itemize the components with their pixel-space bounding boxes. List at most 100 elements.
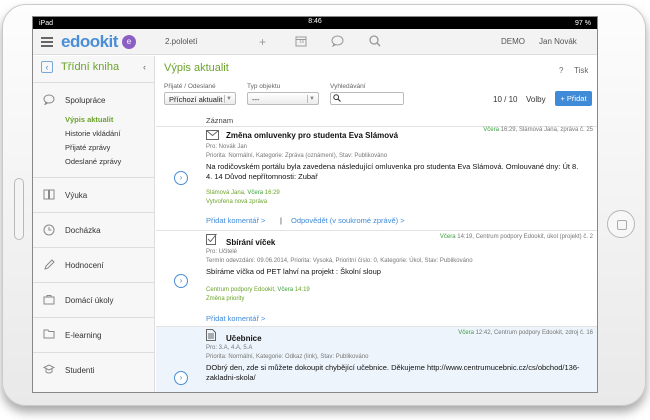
calendar-day: 15 <box>299 39 305 44</box>
print-button[interactable]: Tisk <box>574 66 588 75</box>
sidebar-subitem-historie[interactable]: Historie vkládání <box>33 127 154 141</box>
home-button[interactable] <box>607 210 635 238</box>
sidebar-item-dochazka[interactable]: Docházka <box>33 217 154 243</box>
collapse-sidebar-icon[interactable]: ‹ <box>143 62 146 72</box>
record-details: Termín odevzdání: 09.06.2014, Priorita: … <box>206 258 473 264</box>
plus-icon[interactable]: + <box>259 35 266 49</box>
device-side-button <box>14 178 24 240</box>
record-title[interactable]: Změna omluvenky pro studenta Eva Slámová <box>226 131 398 140</box>
options-button[interactable]: Volby <box>526 95 546 104</box>
sidebar-item-label: Hodnocení <box>65 260 104 270</box>
record-author: Slámová Jana, Včera 16:29 <box>206 190 280 196</box>
clock-icon <box>43 224 55 236</box>
record-meta-date: Včera <box>439 234 456 240</box>
record-meta-rest: 14:19, Centrum podpory Edookit, úkol (pr… <box>457 234 593 240</box>
record-author-name: Slámová Jana, <box>206 190 246 196</box>
record-meta-rest: 16:29, Slámová Jana, zpráva č. 25 <box>500 127 593 133</box>
sidebar-header: ‹ Třídní kniha ‹ <box>33 56 154 78</box>
search-label: Vyhledávání <box>330 83 366 90</box>
add-comment-link[interactable]: Přidat komentář > <box>206 216 265 225</box>
record-meta-date: Včera <box>483 127 499 133</box>
sidebar-item-studenti[interactable]: Studenti <box>33 357 154 383</box>
received-sent-label: Přijaté / Odeslané <box>164 83 216 90</box>
envelope-icon <box>206 129 219 143</box>
user-name[interactable]: Jan Novák <box>539 37 577 46</box>
help-button[interactable]: ? <box>559 66 563 75</box>
record-meta: Včera 16:29, Slámová Jana, zpráva č. 25 <box>483 127 593 133</box>
record-details: Priorita: Normální, Kategorie: Zpráva (o… <box>206 153 388 159</box>
list-item: Učebnice Včera 12:42, Centrum podpory Ed… <box>156 327 597 392</box>
sidebar-item-label: Výuka <box>65 190 88 200</box>
demo-label[interactable]: DEMO <box>501 37 525 46</box>
record-recipients: Pro: Učitelé <box>206 249 238 255</box>
sidebar-subitem-prijate-zpravy[interactable]: Přijaté zprávy <box>33 141 154 155</box>
record-body: DObrý den, zde si můžete dokoupit chyběj… <box>206 363 580 382</box>
record-title[interactable]: Učebnice <box>226 334 262 343</box>
semester-selector[interactable]: 2.pololetí <box>165 37 197 46</box>
record-recipients: Pro: Novák Jan <box>206 144 248 150</box>
app-logo[interactable]: edookit <box>61 32 118 52</box>
record-author-time: 14:19 <box>294 287 310 293</box>
add-comment-link[interactable]: Přidat komentář > <box>206 314 265 323</box>
object-type-value: --- <box>252 95 260 104</box>
search-icon[interactable] <box>369 35 381 50</box>
sidebar-item-spoluprace[interactable]: Spolupráce <box>33 87 154 113</box>
clock: 8:46 <box>308 18 322 25</box>
record-title[interactable]: Sbírání víček <box>226 238 275 247</box>
chevron-down-icon: ▼ <box>224 95 233 103</box>
record-details: Priorita: Normální, Kategorie: Odkaz (li… <box>206 354 369 360</box>
record-meta-date: Včera <box>458 330 474 336</box>
records-list: Změna omluvenky pro studenta Eva Slámová… <box>156 126 597 392</box>
open-record-button[interactable]: › <box>174 274 188 288</box>
record-meta: Včera 14:19, Centrum podpory Edookit, úk… <box>440 234 593 240</box>
folder-icon <box>43 329 55 341</box>
record-meta-rest: 12:42, Centrum podpory Edookit, zdroj č.… <box>475 330 593 336</box>
record-author-name: Centrum podpory Edookit, <box>206 287 276 293</box>
record-author-time: 16:29 <box>264 190 280 196</box>
open-record-button[interactable]: › <box>174 171 188 185</box>
received-sent-select[interactable]: Příchozí aktualit ▼ <box>164 92 236 105</box>
record-author-date: Včera <box>247 190 264 196</box>
sidebar-item-domaci-ukoly[interactable]: Domácí úkoly <box>33 287 154 313</box>
sidebar-subitem-odeslane-zpravy[interactable]: Odeslané zprávy <box>33 155 154 169</box>
sidebar-item-hodnoceni[interactable]: Hodnocení <box>33 252 154 278</box>
record-recipients: Pro: 3.A, 4.A, 5.A <box>206 345 253 351</box>
speech-bubble-icon[interactable] <box>331 35 344 50</box>
sidebar-subitem-vypis-aktualit[interactable]: Výpis aktualit <box>33 113 154 127</box>
search-icon <box>333 94 341 104</box>
record-status: Vytvořena nová zpráva <box>206 199 268 205</box>
sidebar-item-label: Studenti <box>65 365 95 375</box>
list-item: Změna omluvenky pro studenta Eva Slámová… <box>156 127 597 231</box>
record-author: Centrum podpory Edookit, Včera 14:19 <box>206 287 310 293</box>
record-meta: Včera 12:42, Centrum podpory Edookit, zd… <box>458 330 593 336</box>
sidebar-title: Třídní kniha <box>61 61 120 73</box>
document-icon <box>206 329 216 344</box>
link-separator: | <box>280 216 282 225</box>
app-screen: iPad 8:46 97 % edookit e 2.pololetí + 15… <box>32 16 598 393</box>
book-icon <box>43 189 55 201</box>
graduate-icon <box>42 364 56 376</box>
menu-icon[interactable] <box>41 35 53 49</box>
status-bar: iPad 8:46 97 % <box>33 17 597 29</box>
record-count: 10 / 10 <box>493 95 518 104</box>
open-record-button[interactable]: › <box>174 371 188 385</box>
record-author-date: Včera <box>277 287 294 293</box>
top-navigation: edookit e 2.pololetí + 15 DEMO Jan Novák <box>33 29 597 55</box>
sidebar-item-label: Domácí úkoly <box>65 295 114 305</box>
sidebar-item-label: Spolupráce <box>65 95 106 105</box>
record-status: Změna priority <box>206 296 245 302</box>
add-button[interactable]: + Přidat <box>555 91 592 106</box>
page-title: Výpis aktualit <box>164 62 229 74</box>
reply-privately-link[interactable]: Odpovědět (v soukromé zprávě) > <box>291 216 405 225</box>
sidebar: ‹ Třídní kniha ‹ Spolupráce Výpis aktual… <box>33 56 155 392</box>
object-type-select[interactable]: --- ▼ <box>247 92 319 105</box>
briefcase-icon <box>43 294 55 306</box>
sidebar-item-vyuka[interactable]: Výuka <box>33 182 154 208</box>
logo-badge-icon: e <box>121 34 136 49</box>
sidebar-item-e-learning[interactable]: E-learning <box>33 322 154 348</box>
object-type-label: Typ objektu <box>247 83 281 90</box>
search-input[interactable] <box>330 92 404 105</box>
checkbox-icon <box>206 233 217 248</box>
back-icon[interactable]: ‹ <box>41 61 53 73</box>
column-header-record: Záznam <box>206 116 234 125</box>
